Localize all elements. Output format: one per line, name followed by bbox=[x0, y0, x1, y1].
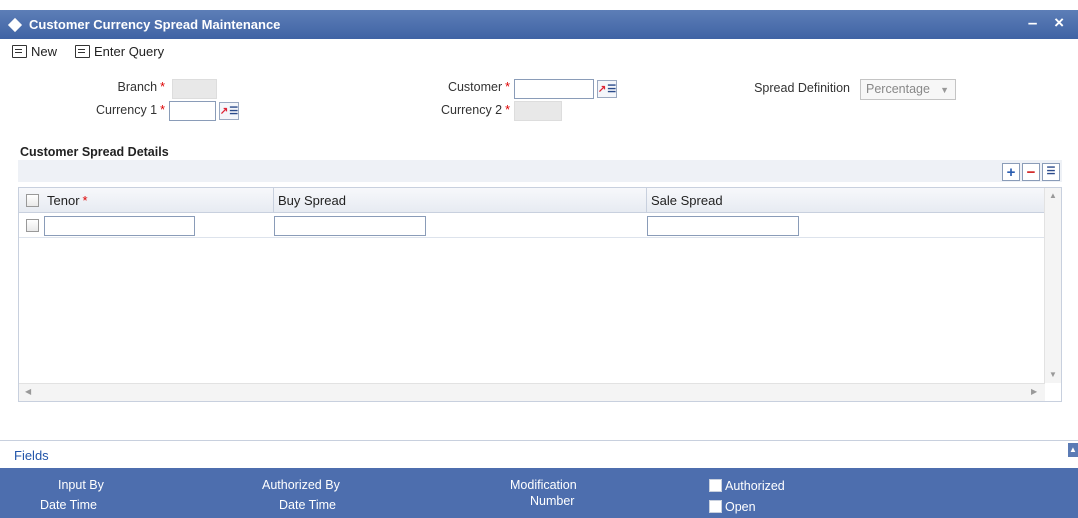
delete-row-button[interactable]: − bbox=[1022, 163, 1040, 181]
audit-footer: Input By Date Time Authorized By Date Ti… bbox=[0, 468, 1078, 518]
column-header-sale-spread: Sale Spread bbox=[651, 193, 723, 208]
input-by-label: Input By bbox=[58, 478, 104, 492]
scroll-right-icon[interactable]: ▶ bbox=[1031, 387, 1037, 396]
grid-header: Tenor * Buy Spread Sale Spread bbox=[19, 188, 1045, 213]
table-row bbox=[19, 214, 1045, 238]
date-time-label-2: Date Time bbox=[279, 498, 336, 512]
new-document-icon bbox=[12, 44, 27, 58]
spread-definition-label: Spread Definition bbox=[754, 81, 850, 95]
date-time-label-1: Date Time bbox=[40, 498, 97, 512]
column-header-tenor: Tenor * bbox=[43, 188, 274, 213]
section-title: Customer Spread Details bbox=[20, 145, 169, 159]
enter-query-button[interactable]: Enter Query bbox=[75, 44, 164, 59]
tenor-input[interactable] bbox=[44, 216, 195, 236]
spread-definition-value: Percentage bbox=[866, 82, 930, 96]
scroll-up-icon[interactable]: ▲ bbox=[1049, 191, 1057, 200]
authorized-by-label: Authorized By bbox=[262, 478, 340, 492]
grid-tools: + − ☰ bbox=[1002, 163, 1060, 181]
expand-icon[interactable]: ▲ bbox=[1068, 443, 1078, 457]
add-row-button[interactable]: + bbox=[1002, 163, 1020, 181]
enter-query-label: Enter Query bbox=[94, 43, 165, 59]
open-checkbox[interactable] bbox=[709, 500, 722, 513]
currency2-field bbox=[514, 101, 562, 121]
open-label: Open bbox=[725, 500, 756, 514]
modification-label: Modification bbox=[510, 478, 577, 492]
spread-definition-select[interactable]: Percentage ▼ bbox=[860, 79, 956, 100]
currency1-lov-button[interactable]: ↗ ☰ bbox=[219, 102, 239, 120]
toolbar: New Enter Query bbox=[0, 39, 182, 63]
new-button-label: New bbox=[31, 43, 58, 59]
horizontal-scrollbar[interactable]: ◀ ▶ bbox=[19, 383, 1045, 401]
diamond-icon bbox=[7, 17, 23, 32]
currency1-input[interactable] bbox=[169, 101, 216, 121]
vertical-scrollbar[interactable]: ▲ ▼ bbox=[1044, 188, 1061, 383]
window-title-bar: Customer Currency Spread Maintenance – × bbox=[0, 10, 1078, 39]
currency1-label: Currency 1 * bbox=[95, 103, 165, 117]
branch-field bbox=[172, 79, 217, 99]
single-view-button[interactable]: ☰ bbox=[1042, 163, 1060, 181]
sale-spread-input[interactable] bbox=[647, 216, 799, 236]
chevron-down-icon: ▼ bbox=[940, 85, 949, 95]
select-all-checkbox[interactable] bbox=[26, 194, 39, 207]
fields-link[interactable]: Fields bbox=[14, 448, 49, 463]
fields-bar: Fields ▲ bbox=[0, 440, 1078, 468]
row-checkbox[interactable] bbox=[26, 219, 39, 232]
authorized-checkbox[interactable] bbox=[709, 479, 722, 492]
branch-label: Branch * bbox=[117, 80, 165, 94]
currency2-label: Currency 2 * bbox=[440, 103, 510, 117]
grid-toolbar-band bbox=[18, 160, 1062, 182]
new-button[interactable]: New bbox=[12, 44, 57, 59]
scroll-left-icon[interactable]: ◀ bbox=[25, 387, 31, 396]
customer-label: Customer * bbox=[447, 80, 510, 94]
spread-details-grid: Tenor * Buy Spread Sale Spread ▲ ▼ ◀ ▶ bbox=[18, 187, 1062, 402]
buy-spread-input[interactable] bbox=[274, 216, 426, 236]
scroll-down-icon[interactable]: ▼ bbox=[1049, 370, 1057, 379]
customer-input[interactable] bbox=[514, 79, 594, 99]
query-icon bbox=[75, 44, 91, 58]
authorized-label: Authorized bbox=[725, 479, 785, 493]
customer-lov-button[interactable]: ↗ ☰ bbox=[597, 80, 617, 98]
number-label: Number bbox=[530, 494, 575, 508]
column-header-buy-spread: Buy Spread bbox=[274, 188, 647, 213]
window-title: Customer Currency Spread Maintenance bbox=[29, 17, 281, 32]
window-controls[interactable]: – × bbox=[1028, 13, 1070, 33]
